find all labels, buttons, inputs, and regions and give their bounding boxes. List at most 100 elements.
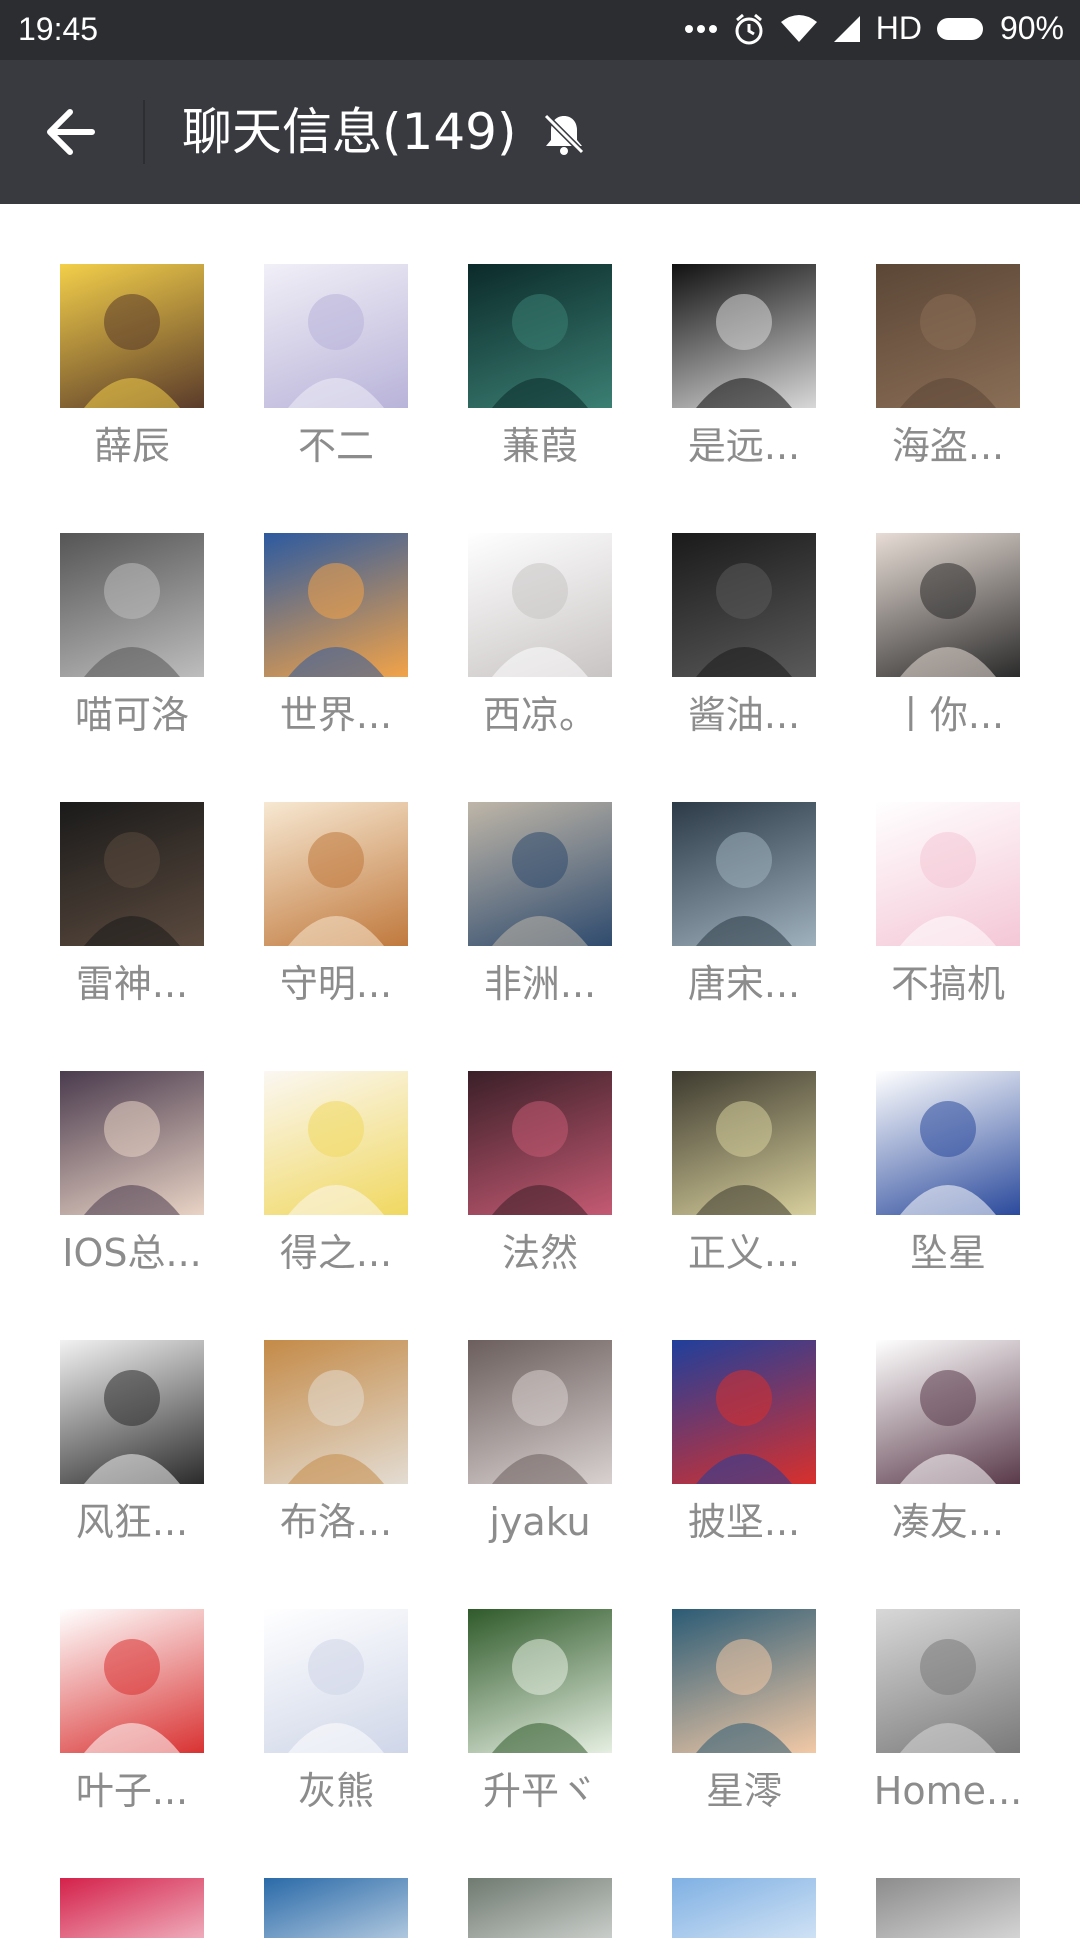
avatar[interactable]	[672, 1609, 816, 1753]
member-name: 正义...	[687, 1231, 801, 1275]
avatar[interactable]	[468, 1340, 612, 1484]
member-item[interactable]: 是远...	[630, 264, 834, 504]
member-item[interactable]: 薛辰	[18, 264, 222, 504]
member-name: 薛辰	[93, 424, 170, 468]
member-name: 不二	[297, 424, 374, 468]
avatar[interactable]	[672, 533, 816, 677]
avatar[interactable]	[672, 264, 816, 408]
battery-level: 90%	[999, 10, 1064, 46]
member-item[interactable]: 蒹葭	[426, 264, 630, 504]
avatar[interactable]	[264, 533, 408, 677]
member-name: 蒹葭	[501, 424, 578, 468]
avatar[interactable]	[876, 264, 1020, 408]
avatar[interactable]	[876, 1340, 1020, 1484]
avatar[interactable]	[468, 1609, 612, 1753]
member-name: 坠星	[909, 1231, 986, 1275]
member-item[interactable]: Home...	[834, 1609, 1038, 1849]
avatar[interactable]	[60, 1071, 204, 1215]
status-time: 19:45	[18, 11, 99, 47]
member-item[interactable]: 叶子...	[18, 1609, 222, 1849]
avatar[interactable]	[672, 1878, 816, 1938]
member-item[interactable]: 不搞机	[834, 802, 1038, 1042]
member-item[interactable]: 凑友...	[834, 1340, 1038, 1580]
avatar[interactable]	[876, 533, 1020, 677]
member-name: 雷神...	[75, 962, 189, 1006]
network-type: HD	[875, 10, 922, 46]
member-item[interactable]: 正义...	[630, 1071, 834, 1311]
avatar[interactable]	[60, 533, 204, 677]
member-name: 法然	[501, 1231, 578, 1275]
header-divider	[143, 100, 145, 164]
member-name: jyaku	[489, 1500, 591, 1544]
member-item[interactable]: IOS总...	[18, 1071, 222, 1311]
avatar[interactable]	[60, 1878, 204, 1938]
member-item[interactable]: 酱油...	[630, 533, 834, 773]
avatar[interactable]	[876, 1071, 1020, 1215]
member-item[interactable]: 披坚...	[630, 1340, 834, 1580]
member-name: 守明...	[279, 962, 393, 1006]
avatar[interactable]	[60, 264, 204, 408]
member-item[interactable]: jyaku	[426, 1340, 630, 1580]
avatar[interactable]	[264, 1878, 408, 1938]
avatar[interactable]	[672, 802, 816, 946]
arrow-left-icon	[47, 109, 95, 155]
signal-icon	[832, 14, 862, 44]
status-icons: HD 90%	[684, 10, 1064, 47]
member-item[interactable]: 喵可洛	[18, 533, 222, 773]
avatar[interactable]	[468, 802, 612, 946]
member-item[interactable]: 布洛...	[222, 1340, 426, 1580]
avatar[interactable]	[264, 264, 408, 408]
bell-off-icon	[540, 110, 588, 158]
member-name: 风狂...	[75, 1500, 189, 1544]
member-item[interactable]: 灰熊	[222, 1609, 426, 1849]
more-dots-icon	[684, 24, 718, 34]
member-item[interactable]: 丨你...	[834, 533, 1038, 773]
avatar[interactable]	[468, 1878, 612, 1938]
avatar[interactable]	[264, 802, 408, 946]
member-name: 唐宋...	[687, 962, 801, 1006]
avatar[interactable]	[264, 1340, 408, 1484]
member-item[interactable]: 坠星	[834, 1071, 1038, 1311]
alarm-icon	[732, 12, 766, 46]
avatar[interactable]	[60, 1609, 204, 1753]
avatar[interactable]	[876, 1878, 1020, 1938]
member-name: 喵可洛	[74, 693, 189, 737]
member-item[interactable]: 得之...	[222, 1071, 426, 1311]
avatar[interactable]	[876, 1609, 1020, 1753]
member-item[interactable]: 升平ヾ	[426, 1609, 630, 1849]
member-item[interactable]: 世界...	[222, 533, 426, 773]
member-name: 披坚...	[687, 1500, 801, 1544]
back-button[interactable]	[40, 104, 100, 160]
avatar[interactable]	[672, 1340, 816, 1484]
member-name: 世界...	[279, 693, 393, 737]
member-item[interactable]: 风狂...	[18, 1340, 222, 1580]
avatar[interactable]	[60, 802, 204, 946]
member-name: 叶子...	[75, 1769, 189, 1813]
avatar[interactable]	[876, 802, 1020, 946]
avatar[interactable]	[672, 1071, 816, 1215]
member-item[interactable]: 星澪	[630, 1609, 834, 1849]
member-item[interactable]: 西凉。	[426, 533, 630, 773]
member-item[interactable]: 海盗...	[834, 264, 1038, 504]
member-name: 酱油...	[687, 693, 801, 737]
member-name: 海盗...	[891, 424, 1005, 468]
avatar[interactable]	[468, 533, 612, 677]
avatar[interactable]	[264, 1609, 408, 1753]
member-name: 西凉。	[482, 693, 597, 737]
member-item[interactable]: 不二	[222, 264, 426, 504]
wifi-icon	[780, 14, 818, 44]
member-item[interactable]: 唐宋...	[630, 802, 834, 1042]
member-name: 布洛...	[279, 1500, 393, 1544]
member-name: 升平ヾ	[482, 1769, 597, 1813]
member-item[interactable]: 雷神...	[18, 802, 222, 1042]
member-name: Home...	[873, 1769, 1023, 1813]
avatar[interactable]	[468, 264, 612, 408]
member-name: 非洲...	[483, 962, 597, 1006]
avatar[interactable]	[468, 1071, 612, 1215]
member-item[interactable]: 法然	[426, 1071, 630, 1311]
avatar[interactable]	[60, 1340, 204, 1484]
member-item[interactable]: 守明...	[222, 802, 426, 1042]
member-item[interactable]: 非洲...	[426, 802, 630, 1042]
avatar[interactable]	[264, 1071, 408, 1215]
member-name: 丨你...	[891, 693, 1005, 737]
